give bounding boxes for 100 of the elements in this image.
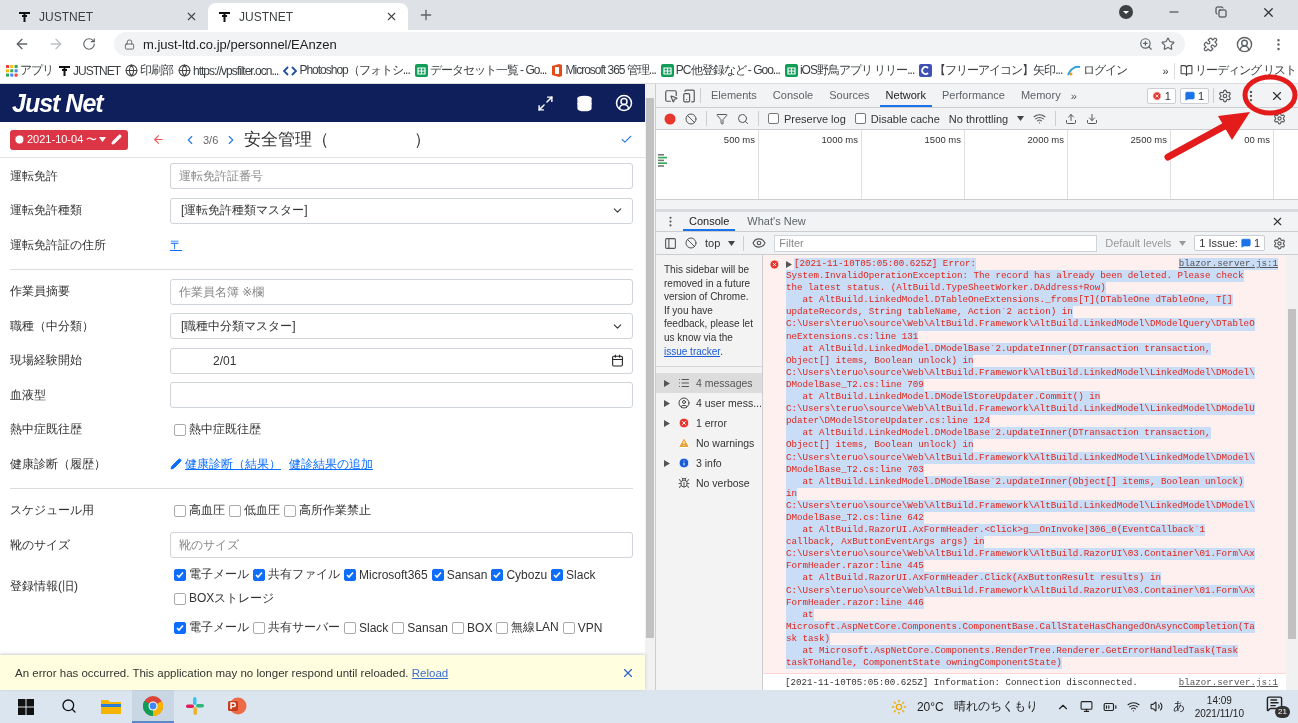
- caret-icon[interactable]: [1017, 116, 1025, 121]
- export-icon[interactable]: [1086, 112, 1099, 125]
- database-icon[interactable]: [576, 94, 593, 112]
- clear-icon[interactable]: [685, 112, 697, 125]
- more-tabs[interactable]: »: [1070, 89, 1077, 102]
- ime-indicator[interactable]: あ: [1172, 698, 1185, 715]
- tab-search-icon[interactable]: [1119, 5, 1133, 19]
- bookmark[interactable]: iOS野鳥アプリ リリー...: [784, 62, 915, 79]
- checkbox[interactable]: [452, 621, 465, 634]
- restore-icon[interactable]: [1215, 6, 1227, 18]
- checkbox[interactable]: [253, 568, 265, 581]
- scrollbar[interactable]: [1286, 255, 1298, 690]
- text-field[interactable]: 運転免許証番号: [170, 163, 633, 190]
- save-check-icon[interactable]: [620, 133, 633, 146]
- link[interactable]: 健康診断（結果）: [170, 455, 281, 473]
- bookmark[interactable]: データセット一覧 - Go...: [414, 62, 547, 79]
- checkbox[interactable]: [491, 568, 504, 581]
- message-count[interactable]: 1: [1179, 87, 1209, 104]
- devtools-tab[interactable]: Performance: [935, 84, 1011, 107]
- checkbox[interactable]: [174, 568, 186, 581]
- sidebar-item[interactable]: 4 messages: [656, 373, 762, 394]
- bookmark[interactable]: 【フリーアイコン】矢印...: [919, 62, 1063, 79]
- sidebar-item[interactable]: 1 error: [656, 413, 762, 434]
- checkbox[interactable]: [253, 621, 265, 634]
- date-button[interactable]: 2021-10-04 〜: [10, 129, 128, 150]
- settings-icon[interactable]: [1273, 236, 1286, 250]
- sidebar-item[interactable]: 3 info: [656, 453, 762, 474]
- taskbar-app[interactable]: [132, 690, 174, 723]
- browser-tab[interactable]: JUSTNET: [8, 3, 208, 30]
- bookmark[interactable]: JUSTNET: [58, 63, 120, 78]
- select-field[interactable]: [運転免許種類マスター]: [170, 197, 633, 224]
- checkbox[interactable]: [392, 621, 405, 634]
- filter-icon[interactable]: [716, 112, 728, 125]
- browser-tab[interactable]: JUSTNET: [208, 3, 408, 30]
- filter-field[interactable]: Filter: [774, 234, 1098, 252]
- date-field[interactable]: 2/01: [170, 347, 633, 374]
- windows-start-icon[interactable]: [18, 698, 34, 715]
- record-icon[interactable]: [664, 112, 676, 125]
- source-link[interactable]: blazor.server.js:1: [1178, 677, 1278, 690]
- sidebar-toggle-icon[interactable]: [664, 236, 677, 250]
- device-icon[interactable]: [682, 88, 696, 103]
- inspect-icon[interactable]: [664, 88, 678, 103]
- expand-arrow-icon[interactable]: [664, 459, 670, 467]
- checkbox[interactable]: [551, 568, 564, 581]
- settings-icon[interactable]: [1273, 112, 1286, 125]
- devtools-tab[interactable]: Memory: [1014, 84, 1067, 107]
- expand-arrow-icon[interactable]: [664, 419, 670, 427]
- bookmark[interactable]: ログイン: [1067, 62, 1128, 79]
- network-conditions-icon[interactable]: [1033, 112, 1047, 125]
- context-select[interactable]: top: [705, 237, 721, 249]
- checkbox[interactable]: [344, 621, 356, 634]
- devtools-tab[interactable]: Console: [766, 84, 820, 107]
- close-drawer-icon[interactable]: [1271, 215, 1284, 228]
- issue-tracker-link[interactable]: issue tracker: [664, 345, 721, 357]
- bookmark[interactable]: Microsoft 365 管理...: [551, 62, 656, 79]
- more-bookmarks[interactable]: »: [1162, 64, 1169, 77]
- drawer-tab[interactable]: What's New: [741, 212, 812, 231]
- live-expression-icon[interactable]: [752, 236, 767, 250]
- preserve-log-checkbox[interactable]: Preserve log: [768, 112, 846, 125]
- profile-icon[interactable]: [1236, 35, 1253, 53]
- extensions-icon[interactable]: [1203, 36, 1218, 52]
- checkbox[interactable]: [284, 504, 296, 517]
- volume-icon[interactable]: [1149, 700, 1163, 713]
- star-icon[interactable]: [1161, 37, 1175, 51]
- clock[interactable]: 14:09 2021/11/10: [1194, 693, 1244, 720]
- sidebar-item[interactable]: No warnings: [656, 433, 762, 454]
- sidebar-item[interactable]: No verbose: [656, 473, 762, 494]
- checkbox[interactable]: [344, 568, 356, 581]
- checkbox[interactable]: [174, 504, 186, 517]
- disable-cache-checkbox[interactable]: Disable cache: [854, 112, 940, 125]
- reload-icon[interactable]: [82, 37, 96, 51]
- sidebar-item[interactable]: 4 user mess...: [656, 393, 762, 414]
- checkbox[interactable]: [174, 423, 186, 436]
- expand-icon[interactable]: [537, 94, 554, 112]
- caret-icon[interactable]: [99, 137, 107, 142]
- bookmark[interactable]: 印刷部: [125, 62, 173, 79]
- source-link[interactable]: blazor.server.js:1: [1178, 258, 1278, 271]
- close-tab-icon[interactable]: [185, 10, 198, 23]
- issues-button[interactable]: 1 Issue: 1: [1194, 235, 1265, 251]
- select-field[interactable]: [職種中分類マスター]: [170, 313, 633, 340]
- checkbox[interactable]: [562, 621, 575, 634]
- caret-icon[interactable]: [728, 240, 736, 246]
- bookmark[interactable]: アプリ: [6, 62, 53, 79]
- text-field[interactable]: 靴のサイズ: [170, 532, 633, 559]
- expand-arrow-icon[interactable]: [786, 260, 792, 268]
- error-count[interactable]: 1: [1146, 87, 1176, 104]
- bookmark[interactable]: https://vpsfilter.ocn...: [178, 63, 279, 78]
- user-icon[interactable]: [615, 94, 633, 112]
- clear-console-icon[interactable]: [685, 237, 697, 249]
- import-icon[interactable]: [1065, 112, 1078, 125]
- devtools-tab[interactable]: Elements: [705, 84, 763, 107]
- link[interactable]: 〒: [170, 236, 182, 254]
- expand-arrow-icon[interactable]: [664, 399, 670, 407]
- expand-arrow-icon[interactable]: [664, 379, 670, 387]
- calendar-icon[interactable]: [611, 354, 624, 368]
- devtools-tab[interactable]: Sources: [823, 84, 876, 107]
- wifi-icon[interactable]: [1126, 700, 1140, 713]
- checkbox[interactable]: [229, 504, 241, 517]
- display-icon[interactable]: [1079, 700, 1093, 713]
- address-bar[interactable]: m.just-ltd.co.jp/personnel/EAnzen: [114, 32, 1185, 56]
